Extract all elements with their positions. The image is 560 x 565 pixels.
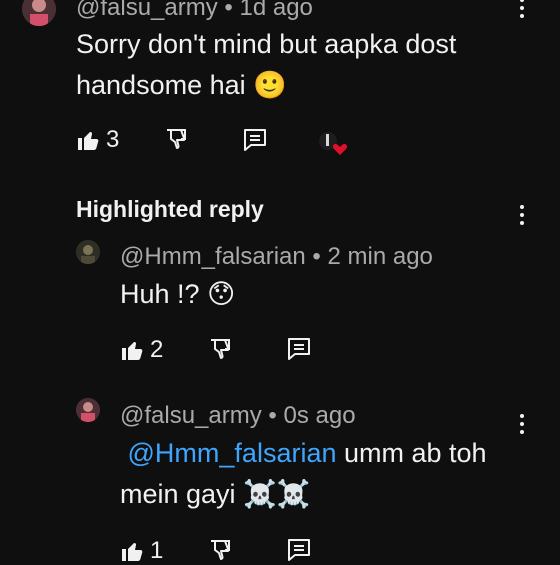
reply-button[interactable] [242, 127, 268, 153]
dislike-button[interactable] [164, 127, 188, 151]
reply1-text: Huh !? 😯 [120, 274, 235, 315]
reply2-text-after: umm ab toh [336, 438, 487, 468]
comment-more-icon[interactable] [512, 0, 532, 20]
thumbs-up-icon [78, 132, 99, 150]
reply1-actions: 2 [120, 336, 163, 364]
reply2-timestamp: 0s ago [283, 402, 356, 429]
surprised-emoji: 😯 [207, 279, 236, 310]
reply1-timestamp: 2 min ago [327, 243, 433, 270]
commenter-avatar[interactable] [22, 0, 56, 26]
thumbs-up-icon [122, 543, 143, 561]
reply2-text: @Hmm_falsarian umm ab toh mein gayi ☠️☠️ [120, 433, 487, 515]
comment-icon [288, 539, 310, 561]
comment-text-line2: handsome hai [76, 70, 246, 100]
thumbs-down-icon [167, 129, 186, 149]
thumbs-down-icon [211, 339, 230, 359]
like-button[interactable] [76, 128, 100, 152]
meta-separator: • [312, 243, 321, 270]
meta-separator: • [268, 402, 277, 429]
reply1-like-count: 2 [150, 336, 164, 363]
skull-emoji: ☠️☠️ [243, 479, 311, 510]
reply2-actions: 1 [120, 537, 163, 565]
creator-heart-badge [318, 131, 348, 157]
reply2-mention-link[interactable]: @Hmm_falsarian [128, 438, 337, 468]
comment-text: Sorry don't mind but aapka dost handsome… [76, 24, 456, 106]
reply1-meta: @Hmm_falsarian • 2 min ago [120, 243, 433, 271]
comment-icon [288, 338, 310, 360]
thumbs-down-icon [211, 540, 230, 560]
smile-emoji: 🙂 [253, 70, 287, 101]
highlighted-more-icon[interactable] [512, 203, 532, 227]
highlighted-reply-label: Highlighted reply [76, 196, 264, 222]
reply2-reply-button[interactable] [286, 537, 312, 563]
comment-meta: @falsu_army • 1d ago [76, 0, 313, 22]
reply2-like-count: 1 [150, 537, 164, 564]
like-count: 3 [106, 126, 120, 153]
heart-icon [332, 144, 348, 155]
meta-separator: • [224, 0, 233, 21]
reply2-avatar[interactable] [76, 398, 100, 422]
comment-author-handle[interactable]: @falsu_army [76, 0, 218, 21]
reply2-like-button[interactable] [120, 539, 144, 563]
reply1-text-content: Huh !? [120, 279, 200, 309]
reply2-dislike-button[interactable] [208, 538, 232, 562]
reply1-reply-button[interactable] [286, 336, 312, 362]
comment-icon [244, 129, 266, 151]
thumbs-up-icon [122, 342, 143, 360]
comment-timestamp: 1d ago [239, 0, 313, 21]
reply2-author-handle[interactable]: @falsu_army [120, 402, 262, 429]
comment-text-line1: Sorry don't mind but aapka dost [76, 29, 457, 59]
reply1-like-button[interactable] [120, 338, 144, 362]
reply2-more-icon[interactable] [512, 412, 532, 436]
reply1-author-handle[interactable]: @Hmm_falsarian [120, 243, 306, 270]
reply2-text-line2: mein gayi [120, 479, 236, 509]
reply1-dislike-button[interactable] [208, 337, 232, 361]
reply1-avatar[interactable] [76, 240, 100, 264]
reply2-meta: @falsu_army • 0s ago [120, 402, 356, 430]
comment-actions: 3 [76, 126, 119, 154]
